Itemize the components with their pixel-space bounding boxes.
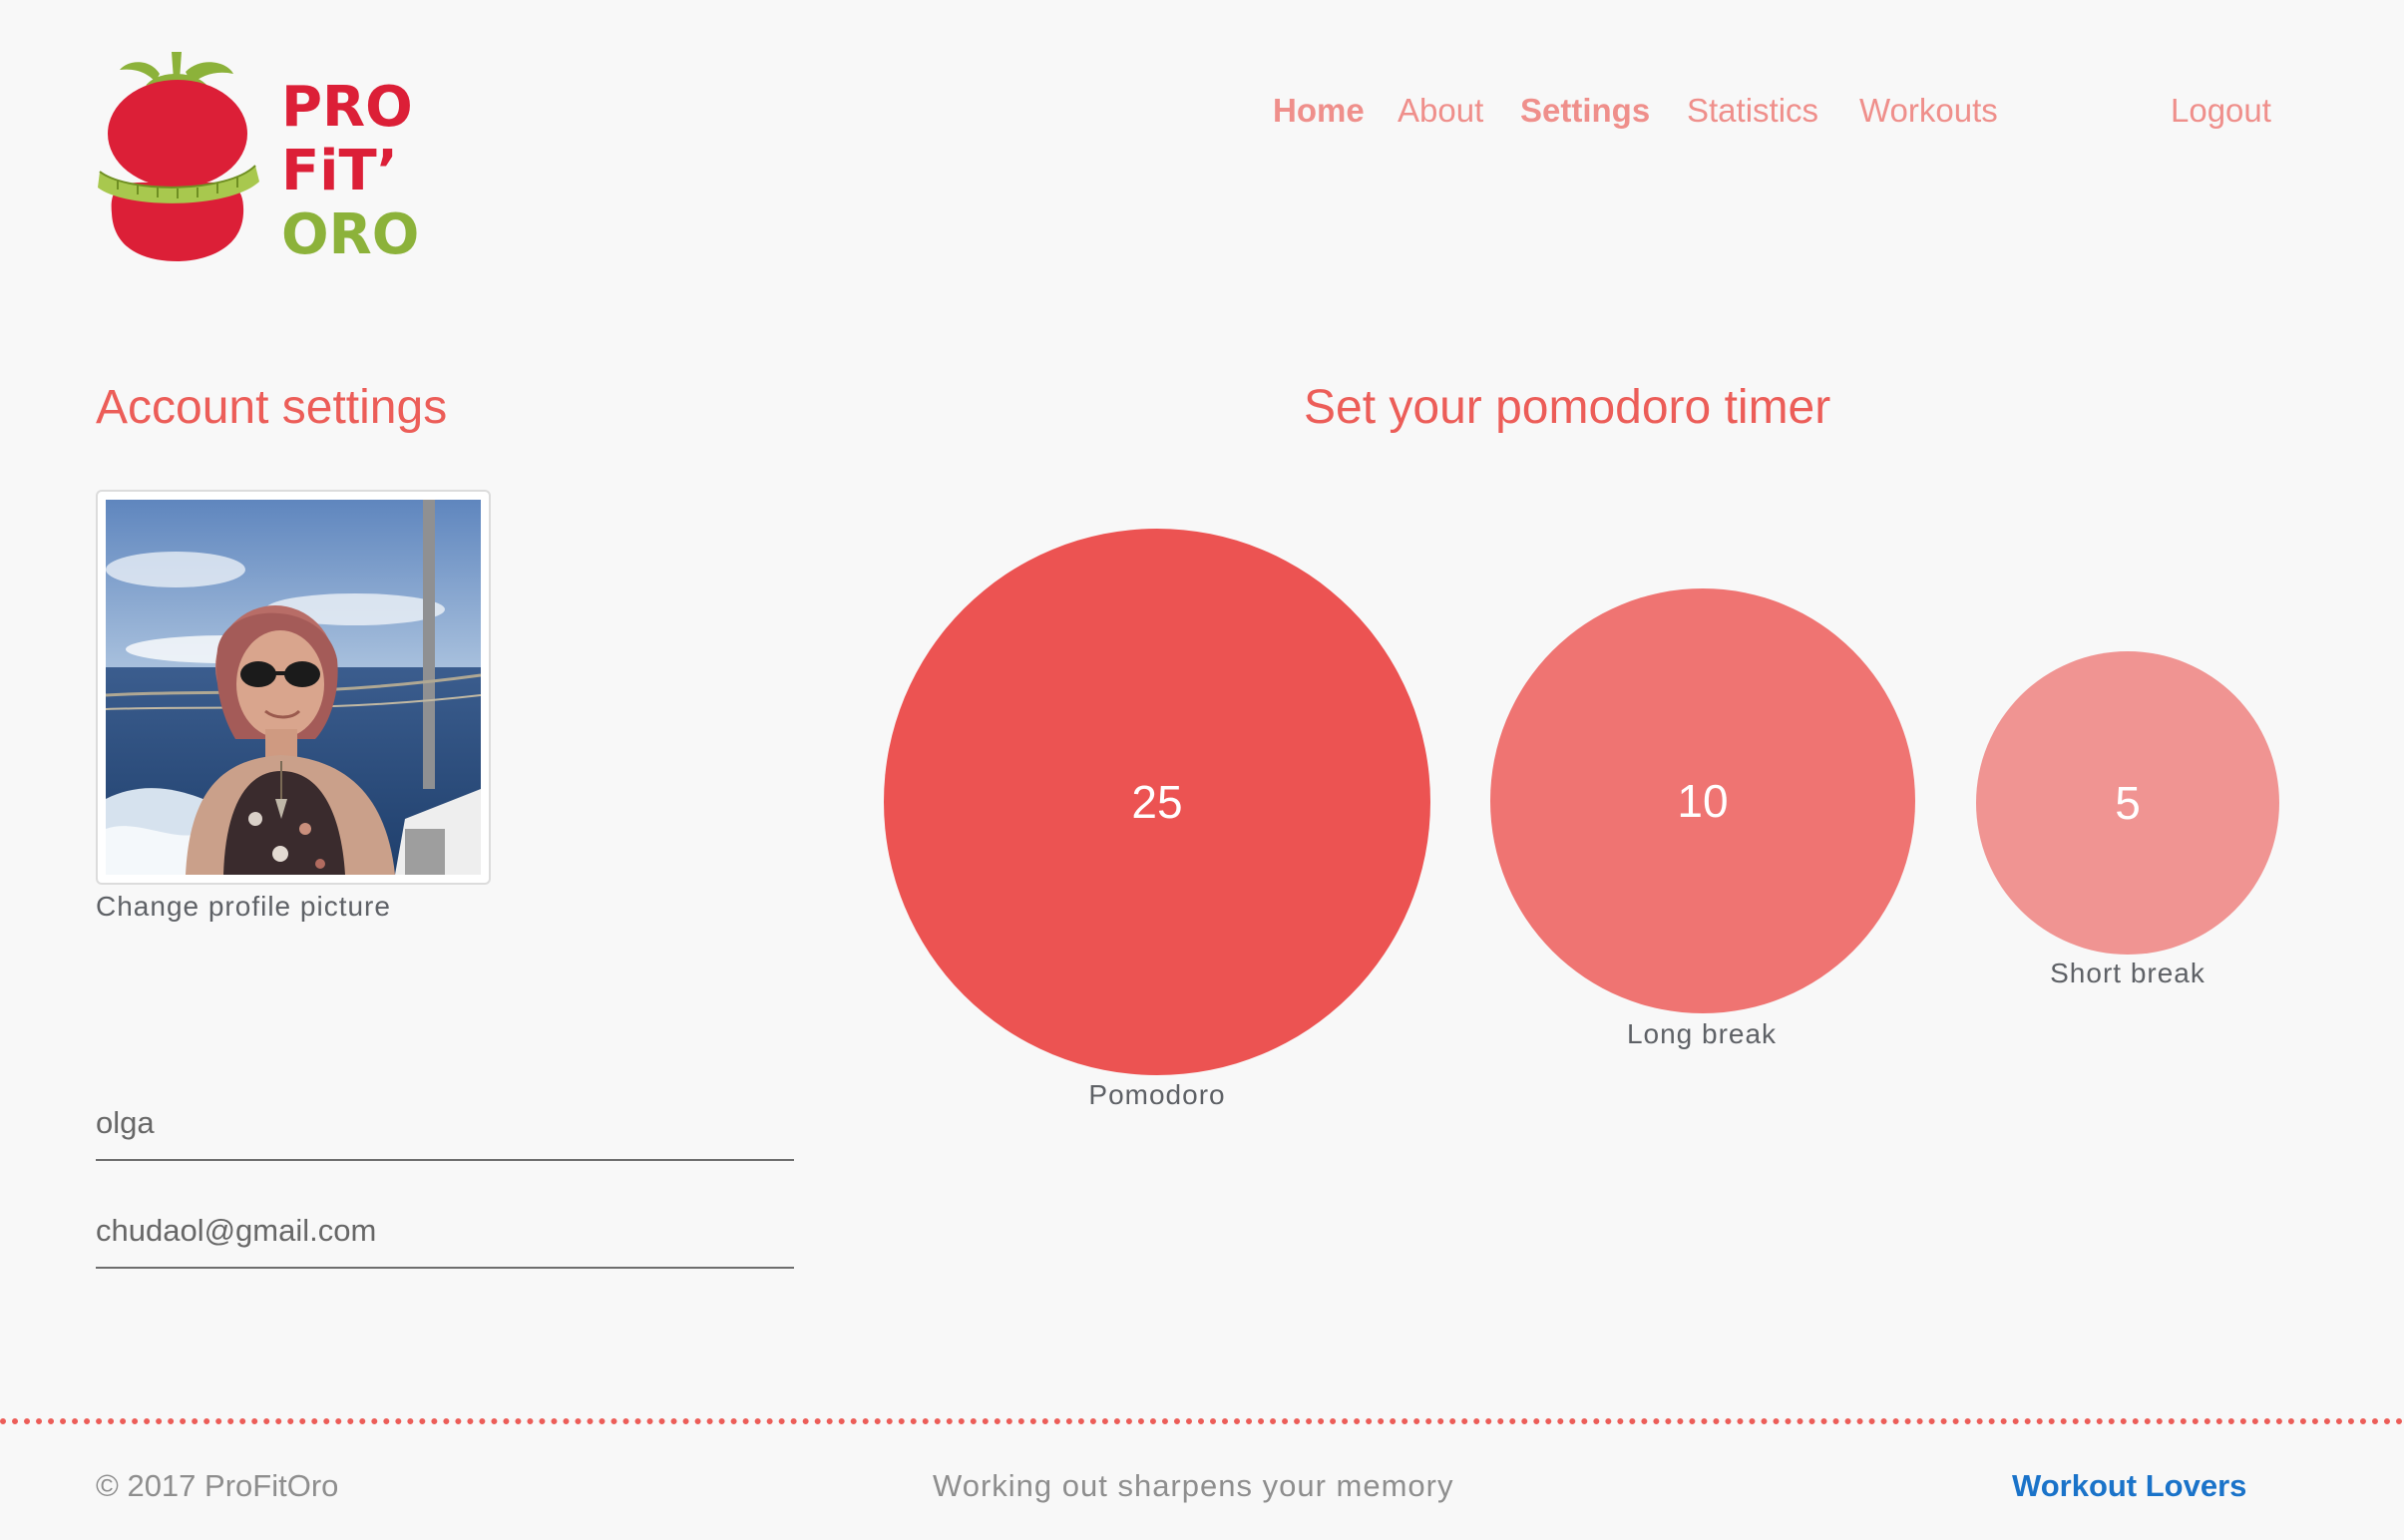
nav-logout-link[interactable]: Logout	[2171, 88, 2271, 134]
long-break-duration-circle[interactable]: 10	[1490, 588, 1915, 1013]
username-input[interactable]	[96, 1089, 794, 1157]
pomodoro-timer-title: Set your pomodoro timer	[1304, 381, 1831, 434]
pomodoro-duration-circle[interactable]: 25	[884, 529, 1430, 1075]
nav-workouts-link[interactable]: Workouts	[1859, 88, 1998, 134]
footer-divider	[0, 1418, 2404, 1424]
email-field-wrapper	[96, 1197, 794, 1269]
short-break-duration-circle[interactable]: 5	[1976, 651, 2279, 955]
profitoro-logo[interactable]: PRO FiT’ ORO	[98, 44, 427, 273]
change-profile-picture-link[interactable]: Change profile picture	[96, 891, 391, 923]
short-break-label: Short break	[2050, 958, 2205, 988]
main-nav: Home About Settings Statistics Workouts …	[0, 88, 2404, 138]
profile-photo-image	[106, 500, 481, 875]
long-break-duration-value: 10	[1677, 775, 1729, 827]
footer-workout-lovers-link[interactable]: Workout Lovers	[2012, 1466, 2246, 1506]
nav-settings-link[interactable]: Settings	[1520, 88, 1650, 134]
email-input[interactable]	[96, 1197, 794, 1265]
tomato-logo-icon: PRO FiT’ ORO	[98, 52, 419, 267]
username-field-wrapper	[96, 1089, 794, 1161]
pomodoro-duration-value: 25	[1131, 776, 1183, 828]
logo-text-oro: ORO	[281, 202, 419, 267]
nav-home-link[interactable]: Home	[1273, 88, 1365, 134]
footer-copyright: © 2017 ProFitOro	[96, 1468, 339, 1503]
account-settings-title: Account settings	[96, 381, 448, 434]
short-break-duration-value: 5	[2115, 777, 2141, 829]
footer-tagline: Working out sharpens your memory	[933, 1468, 1454, 1503]
nav-statistics-link[interactable]: Statistics	[1687, 88, 1818, 134]
logo-text-fit: FiT’	[281, 139, 398, 203]
profile-picture[interactable]	[96, 490, 491, 885]
nav-about-link[interactable]: About	[1398, 88, 1483, 134]
long-break-label: Long break	[1626, 1018, 1778, 1049]
pomodoro-label: Pomodoro	[1088, 1079, 1226, 1110]
